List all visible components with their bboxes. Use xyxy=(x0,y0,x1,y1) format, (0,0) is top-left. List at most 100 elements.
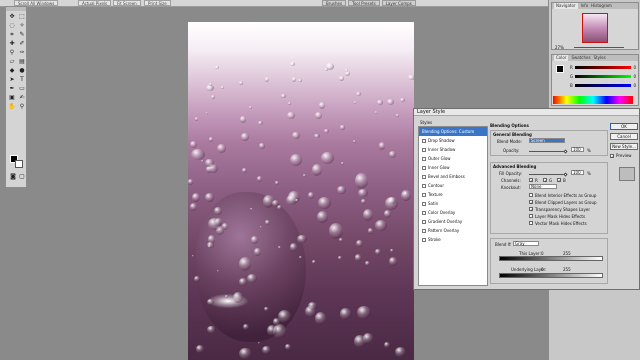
blend-mode-select[interactable]: Screen xyxy=(529,138,565,143)
knockout-select[interactable]: None xyxy=(529,184,557,189)
clone-stamp-tool-icon[interactable]: ⚲ xyxy=(8,49,16,56)
style-item-checkbox[interactable] xyxy=(422,156,426,161)
preview-toggle[interactable]: ✓ Preview xyxy=(610,153,640,158)
tab-tool-presets[interactable]: Tool Presets xyxy=(348,0,380,6)
tab-styles[interactable]: Styles xyxy=(594,55,606,61)
tab-brushes[interactable]: Brushes xyxy=(322,0,347,6)
green-value[interactable]: 0 xyxy=(633,74,636,79)
blue-channel-row[interactable]: B 0 xyxy=(570,83,636,88)
move-tool-icon[interactable]: ✥ xyxy=(8,13,16,20)
navigator-zoom-slider[interactable] xyxy=(574,47,624,48)
fill-opacity-input[interactable]: 100 xyxy=(571,170,584,175)
history-brush-tool-icon[interactable]: ✑ xyxy=(18,49,26,56)
red-slider[interactable] xyxy=(574,65,632,69)
gradient-tool-icon[interactable]: ▤ xyxy=(18,58,26,65)
tab-navigator[interactable]: Navigator xyxy=(554,3,578,9)
channel-b-checkbox[interactable]: ✓ xyxy=(557,178,561,183)
crop-tool-icon[interactable]: ⌗ xyxy=(8,31,16,38)
style-item[interactable]: Contour xyxy=(419,181,487,190)
opacity-slider[interactable] xyxy=(529,151,567,152)
dodge-tool-icon[interactable]: ● xyxy=(18,67,26,74)
dialog-title[interactable]: Layer Style xyxy=(414,109,639,116)
opacity-input[interactable]: 100 xyxy=(571,147,584,152)
document-canvas[interactable] xyxy=(188,22,414,360)
style-item[interactable]: Texture xyxy=(419,190,487,199)
magic-wand-tool-icon[interactable]: ✧ xyxy=(18,22,26,29)
style-item[interactable]: Drop Shadow xyxy=(419,136,487,145)
healing-brush-tool-icon[interactable]: ✚ xyxy=(8,40,16,47)
tab-swatches[interactable]: Swatches xyxy=(571,55,590,61)
style-item[interactable]: Satin xyxy=(419,199,487,208)
fit-screen-button[interactable]: Fit Screen xyxy=(113,0,141,6)
advanced-option-checkbox[interactable]: ✓ xyxy=(529,207,533,212)
opacity-slider-knob[interactable] xyxy=(563,149,568,154)
style-item[interactable]: Gradient Overlay xyxy=(419,217,487,226)
advanced-option-checkbox[interactable] xyxy=(529,221,533,225)
style-item-checkbox[interactable] xyxy=(422,147,426,152)
quick-mask-icon[interactable]: ◙ xyxy=(9,173,17,180)
fill-opacity-slider-knob[interactable] xyxy=(563,172,568,177)
shape-tool-icon[interactable]: ▭ xyxy=(18,85,26,92)
style-item-checkbox[interactable] xyxy=(422,192,426,197)
navigator-thumbnail[interactable] xyxy=(582,13,608,43)
background-color-swatch[interactable] xyxy=(15,160,23,168)
channel-r-checkbox[interactable]: ✓ xyxy=(529,178,533,183)
eraser-tool-icon[interactable]: ▱ xyxy=(8,58,16,65)
style-item-checkbox[interactable] xyxy=(422,183,426,188)
styles-header[interactable]: Styles xyxy=(418,120,488,125)
blend-if-select[interactable]: Gray xyxy=(513,241,539,246)
blur-tool-icon[interactable]: ◆ xyxy=(8,67,16,74)
color-spectrum-ramp[interactable] xyxy=(553,96,633,104)
tab-layer-comps[interactable]: Layer Comps xyxy=(381,0,416,6)
channel-g-checkbox[interactable]: ✓ xyxy=(543,178,547,183)
style-item[interactable]: Outer Glow xyxy=(419,154,487,163)
style-item[interactable]: Pattern Overlay xyxy=(419,226,487,235)
zoom-tool-icon[interactable]: ⚲ xyxy=(18,103,26,110)
blue-slider[interactable] xyxy=(574,83,632,87)
advanced-option-checkbox[interactable]: ✓ xyxy=(529,200,533,205)
color-foreground-swatch[interactable] xyxy=(556,65,564,73)
style-item-checkbox[interactable] xyxy=(422,201,426,206)
style-item[interactable]: Color Overlay xyxy=(419,208,487,217)
type-tool-icon[interactable]: T xyxy=(18,76,26,83)
style-item[interactable]: Bevel and Emboss xyxy=(419,172,487,181)
new-style-button[interactable]: New Style... xyxy=(610,143,638,150)
style-item[interactable]: Inner Glow xyxy=(419,163,487,172)
advanced-option-checkbox[interactable] xyxy=(529,214,533,218)
green-channel-row[interactable]: G 0 xyxy=(570,74,636,79)
pen-tool-icon[interactable]: ✒ xyxy=(8,85,16,92)
advanced-option-checkbox[interactable] xyxy=(529,193,533,197)
tab-info[interactable]: Info xyxy=(581,3,589,9)
hand-tool-icon[interactable]: ✋ xyxy=(8,103,16,110)
tab-color[interactable]: Color xyxy=(554,55,569,61)
slice-tool-icon[interactable]: ✎ xyxy=(18,31,26,38)
cancel-button[interactable]: Cancel xyxy=(610,133,638,140)
style-item-checkbox[interactable] xyxy=(422,174,426,179)
path-selection-tool-icon[interactable]: ➤ xyxy=(8,76,16,83)
this-layer-gradient[interactable] xyxy=(499,256,603,261)
preview-checkbox[interactable]: ✓ xyxy=(610,153,614,158)
style-item[interactable]: Inner Shadow xyxy=(419,145,487,154)
ok-button[interactable]: OK xyxy=(610,123,638,130)
underlying-layer-gradient[interactable] xyxy=(499,273,603,278)
eyedropper-tool-icon[interactable]: ✍ xyxy=(18,94,26,101)
style-item-checkbox[interactable] xyxy=(422,165,426,170)
toolbox-header[interactable] xyxy=(6,7,26,11)
style-item-checkbox[interactable] xyxy=(422,219,426,224)
tab-histogram[interactable]: Histogram xyxy=(591,3,612,9)
style-item[interactable]: Blending Options: Custom xyxy=(419,127,487,136)
actual-pixels-button[interactable]: Actual Pixels xyxy=(78,0,112,6)
style-item-checkbox[interactable] xyxy=(422,138,426,143)
style-item[interactable]: Stroke xyxy=(419,235,487,244)
navigator-zoom[interactable]: 27% xyxy=(555,45,564,50)
style-item-checkbox[interactable] xyxy=(422,210,426,215)
style-item-checkbox[interactable] xyxy=(422,237,426,242)
screen-mode-icon[interactable]: ▢ xyxy=(18,173,26,180)
brush-tool-icon[interactable]: ✐ xyxy=(18,40,26,47)
red-channel-row[interactable]: R 0 xyxy=(570,65,636,70)
style-item-checkbox[interactable] xyxy=(422,228,426,233)
notes-tool-icon[interactable]: ▣ xyxy=(8,94,16,101)
print-size-button[interactable]: Print Size xyxy=(144,0,171,6)
lasso-tool-icon[interactable]: ◌ xyxy=(8,22,16,29)
blue-value[interactable]: 0 xyxy=(633,83,636,88)
